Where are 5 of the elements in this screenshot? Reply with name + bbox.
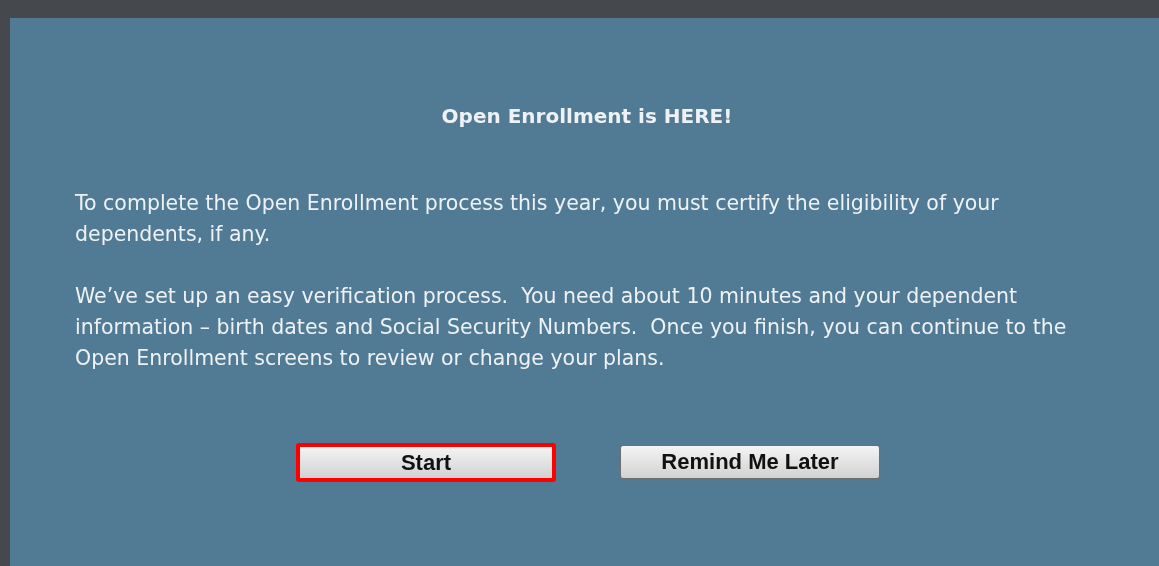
- remind-later-button[interactable]: Remind Me Later: [620, 445, 880, 479]
- dialog-title: Open Enrollment is HERE!: [440, 104, 734, 128]
- message-paragraph: To complete the Open Enrollment process this year, you must certify the eligibility of your dependents, if any.: [75, 190, 1000, 248]
- message-paragraph: We’ve set up an easy verification process. You need about 10 minutes and your dependent information – birth dates and Social Security Numbers. Once you finish, you can continue to the Open Enrollment screens to review or change your plans.: [75, 283, 1068, 372]
- start-button[interactable]: Start: [296, 443, 556, 482]
